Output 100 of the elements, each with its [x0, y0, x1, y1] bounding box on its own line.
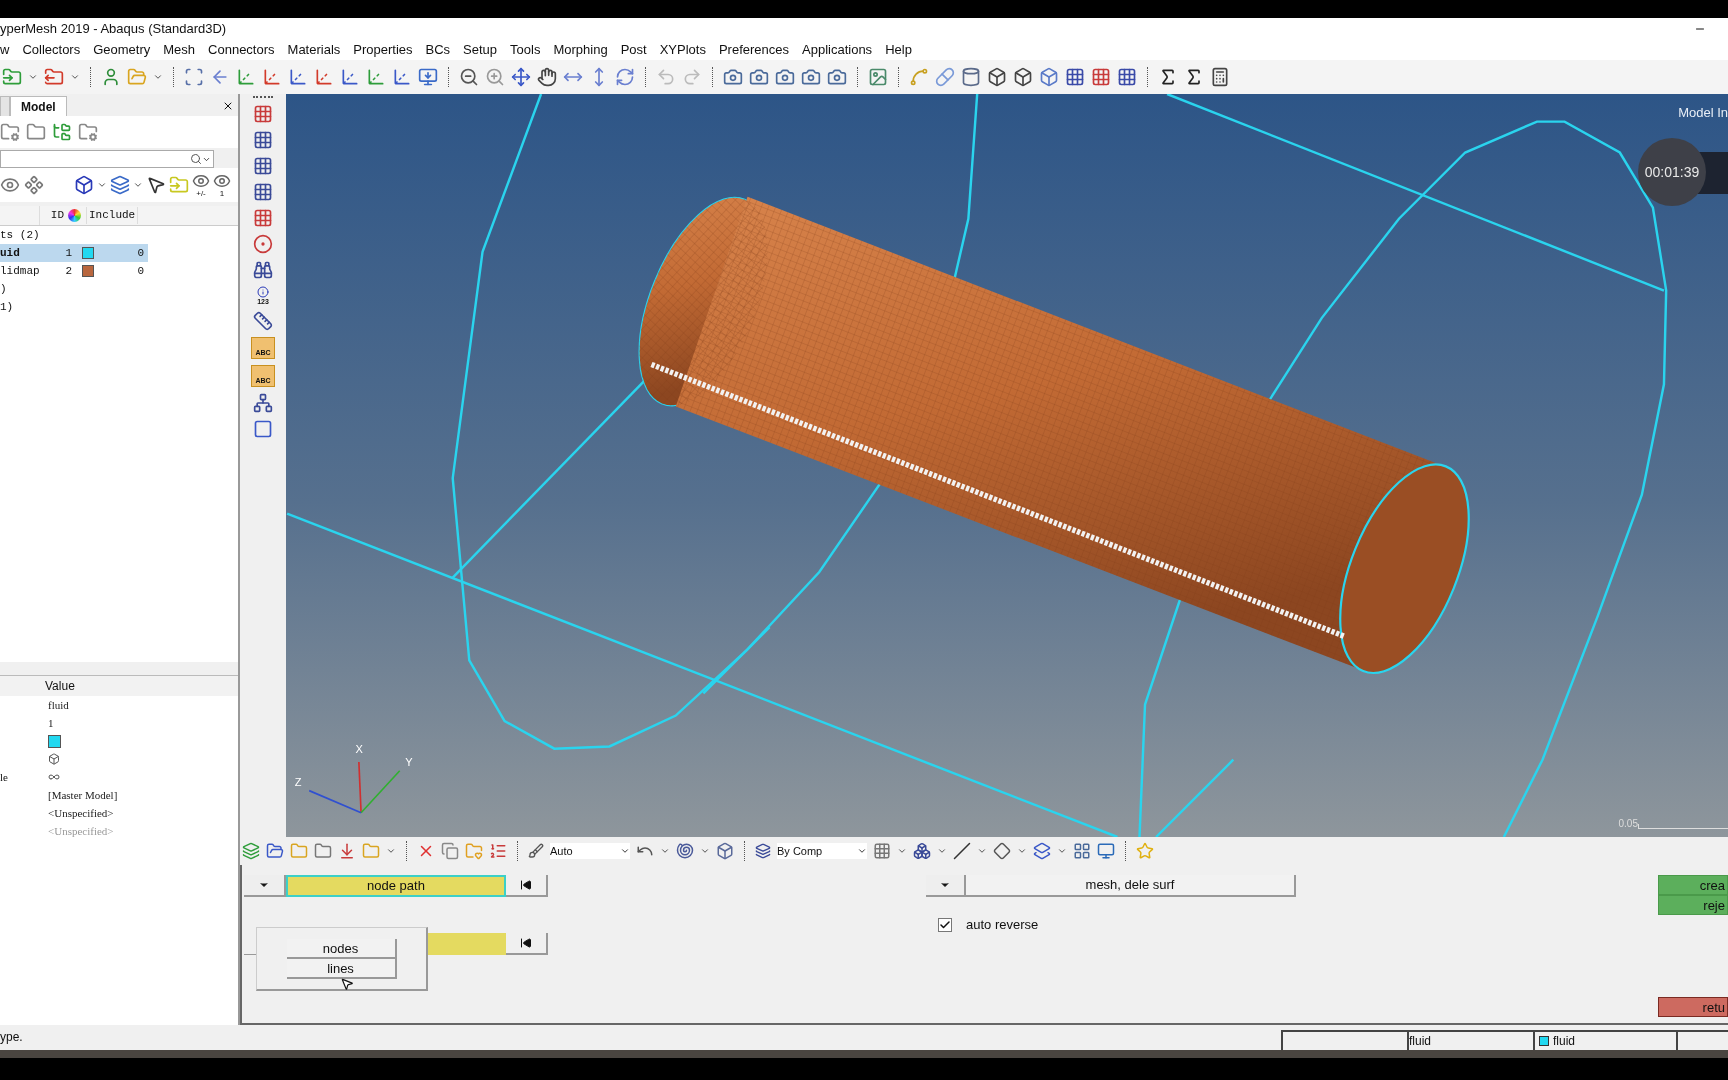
grid-icon[interactable]	[1091, 67, 1111, 87]
cube-icon[interactable]	[1013, 67, 1033, 87]
image-icon[interactable]	[868, 67, 888, 87]
grid-icon[interactable]	[1117, 67, 1137, 87]
panel-tab[interactable]: Model	[10, 96, 67, 116]
eye-icon[interactable]	[213, 172, 231, 190]
axes-icon[interactable]	[366, 67, 386, 87]
copy-icon[interactable]	[441, 842, 459, 860]
surface-mode-select[interactable]: mesh, dele surf	[966, 875, 1296, 897]
grid-icon[interactable]	[253, 104, 273, 124]
column-header[interactable]: Include	[86, 207, 139, 224]
menu-item[interactable]: Properties	[353, 40, 413, 60]
brush-icon[interactable]	[528, 843, 544, 859]
numbers-icon[interactable]	[489, 842, 507, 860]
cube-icon[interactable]	[1039, 67, 1059, 87]
monitor-icon[interactable]	[418, 67, 438, 87]
menu-item[interactable]: Materials	[287, 40, 341, 60]
arrow-down-icon[interactable]	[338, 842, 356, 860]
panel-action-button[interactable]: retu	[1658, 997, 1728, 1017]
node-path-field[interactable]: node path	[286, 875, 506, 897]
info-icon[interactable]	[257, 286, 269, 298]
cursor-icon[interactable]	[146, 175, 166, 195]
caret-icon[interactable]	[28, 72, 38, 82]
column-header[interactable]: ID	[40, 207, 64, 224]
square-icon[interactable]	[253, 419, 273, 439]
folder-icon[interactable]	[78, 122, 98, 142]
eye-icon[interactable]	[192, 172, 210, 190]
tree-row[interactable]: 1)	[0, 298, 148, 316]
layout-icon[interactable]	[1073, 842, 1091, 860]
menu-item[interactable]: Morphing	[553, 40, 608, 60]
axes-icon[interactable]	[262, 67, 282, 87]
user-icon[interactable]	[101, 67, 121, 87]
camera-icon[interactable]	[723, 67, 743, 87]
caret-icon[interactable]	[1057, 846, 1067, 856]
pill-icon[interactable]	[935, 67, 955, 87]
axes-icon[interactable]	[340, 67, 360, 87]
menu-item[interactable]: Applications	[802, 40, 873, 60]
menu-item[interactable]: Geometry	[93, 40, 151, 60]
eye-icon[interactable]	[0, 175, 20, 195]
caret-icon[interactable]	[386, 846, 396, 856]
color-wheel-icon[interactable]	[68, 209, 81, 222]
star-icon[interactable]	[1136, 842, 1154, 860]
target-icon[interactable]	[253, 234, 273, 254]
column-header[interactable]: Value	[45, 677, 75, 695]
camera-icon[interactable]	[827, 67, 847, 87]
popup-option[interactable]: nodes	[286, 938, 397, 959]
caret-icon[interactable]	[897, 846, 907, 856]
menu-item[interactable]: Setup	[463, 40, 498, 60]
tree-row[interactable]: uid 1 0	[0, 244, 148, 262]
caret-icon[interactable]	[857, 846, 867, 856]
caret-icon[interactable]	[97, 180, 107, 190]
caret-icon[interactable]	[133, 180, 143, 190]
first-button[interactable]	[506, 933, 548, 955]
binoculars-icon[interactable]	[253, 260, 273, 280]
folder-icon[interactable]	[266, 842, 284, 860]
drag-handle-icon[interactable]	[253, 96, 273, 98]
line-icon[interactable]	[953, 842, 971, 860]
viewport[interactable]: X Y Z Model In 00:01:39 0.05	[286, 94, 1728, 837]
caret-icon[interactable]	[620, 846, 630, 856]
ruler-icon[interactable]	[253, 311, 273, 331]
axes-icon[interactable]	[314, 67, 334, 87]
axes-icon[interactable]	[288, 67, 308, 87]
camera-icon[interactable]	[775, 67, 795, 87]
search-field[interactable]	[0, 150, 214, 168]
diamond-icon[interactable]	[993, 842, 1011, 860]
menu-item[interactable]: BCs	[425, 40, 451, 60]
tree-row[interactable]: lidmap 2 0	[0, 262, 148, 280]
folder-icon[interactable]	[26, 122, 46, 142]
zoom-in-icon[interactable]	[485, 67, 505, 87]
grid-icon[interactable]	[1065, 67, 1085, 87]
calculator-icon[interactable]	[1210, 67, 1230, 87]
caret-icon[interactable]	[700, 846, 710, 856]
caret-icon[interactable]	[660, 846, 670, 856]
network-icon[interactable]	[24, 175, 44, 195]
rotate-icon[interactable]	[615, 67, 635, 87]
axes-icon[interactable]	[236, 67, 256, 87]
grid-icon[interactable]	[873, 842, 891, 860]
panel-action-button[interactable]: reje	[1658, 895, 1728, 915]
close-icon[interactable]	[222, 100, 234, 112]
dropdown-button[interactable]	[244, 875, 286, 897]
grid-icon[interactable]	[253, 130, 273, 150]
menu-item[interactable]: Post	[620, 40, 647, 60]
color-mode-select[interactable]: By Comp	[777, 842, 867, 860]
menu-item[interactable]: Mesh	[163, 40, 196, 60]
menu-item[interactable]: w	[0, 40, 10, 60]
display-mode-select[interactable]: Auto	[550, 842, 630, 860]
model-info-label[interactable]: Model In	[1678, 103, 1728, 123]
monitor-icon[interactable]	[1097, 842, 1115, 860]
tree-row[interactable]: ts (2)	[0, 226, 148, 244]
axes-icon[interactable]	[392, 67, 412, 87]
caret-icon[interactable]	[70, 72, 80, 82]
camera-icon[interactable]	[801, 67, 821, 87]
folder-icon[interactable]	[314, 842, 332, 860]
caret-icon[interactable]	[937, 846, 947, 856]
menu-item[interactable]: Collectors	[22, 40, 81, 60]
layers-icon[interactable]	[110, 175, 130, 195]
cube-icon[interactable]	[74, 175, 94, 195]
menu-item[interactable]: Connectors	[208, 40, 275, 60]
shell-icon[interactable]	[676, 842, 694, 860]
caret-icon[interactable]	[977, 846, 987, 856]
